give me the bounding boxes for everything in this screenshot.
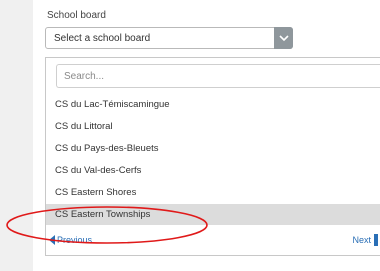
previous-label: Previous: [57, 235, 93, 245]
school-board-select[interactable]: Select a school board: [45, 27, 293, 49]
option-item-selected[interactable]: CS Eastern Townships: [46, 204, 380, 225]
option-item[interactable]: CS Eastern Shores: [46, 182, 380, 203]
option-item[interactable]: CS du Pays-des-Bleuets: [46, 138, 380, 159]
option-label: CS du Val-des-Cerfs: [55, 165, 142, 176]
school-board-dropdown: Search... CS du Lac-Témiscamingue CS du …: [45, 57, 380, 256]
previous-button[interactable]: Previous: [49, 233, 92, 247]
search-placeholder: Search...: [64, 71, 105, 82]
option-label: CS du Littoral: [55, 121, 113, 132]
next-button[interactable]: Next: [352, 233, 378, 247]
chevron-down-icon[interactable]: [274, 27, 293, 49]
option-label: CS Eastern Shores: [55, 187, 137, 198]
option-item[interactable]: CS du Littoral: [46, 116, 380, 137]
option-label: CS du Pays-des-Bleuets: [55, 143, 159, 154]
option-label: CS Eastern Townships: [55, 209, 151, 220]
next-label: Next: [352, 235, 371, 245]
triangle-left-icon: [49, 235, 55, 245]
search-input[interactable]: Search...: [56, 64, 380, 88]
select-value: Select a school board: [54, 33, 151, 44]
option-item[interactable]: CS du Lac-Témiscamingue: [46, 94, 380, 115]
option-item[interactable]: CS du Val-des-Cerfs: [46, 160, 380, 181]
triangle-right-icon: [374, 234, 378, 246]
option-label: CS du Lac-Témiscamingue: [55, 99, 170, 110]
school-board-label: School board: [47, 10, 106, 21]
